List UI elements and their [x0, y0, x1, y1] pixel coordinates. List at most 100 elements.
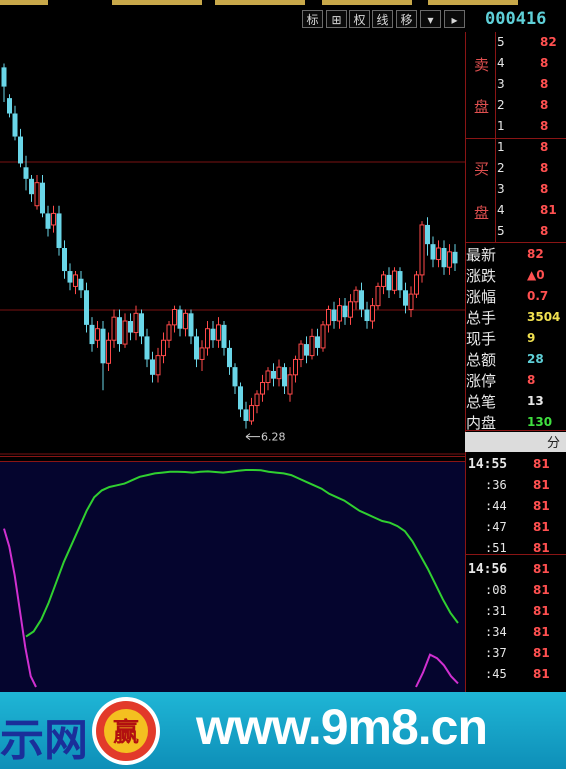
candle-body — [100, 328, 106, 364]
sell-price: 82 — [540, 35, 557, 49]
stat-value: 3504 — [527, 310, 561, 324]
candle-body — [430, 244, 436, 260]
line-button[interactable]: 线 — [372, 10, 393, 28]
stat-label: 涨跌 — [466, 267, 497, 285]
tick-time: 14:56 — [468, 562, 508, 577]
tick-price: 81 — [533, 562, 550, 576]
stat-label: 最新 — [466, 246, 497, 264]
indicator-line-magenta — [3, 528, 37, 688]
candle-body — [364, 309, 370, 322]
buy-level: 2 — [497, 161, 505, 175]
stat-label: 总手 — [466, 309, 497, 327]
indicator-chart[interactable] — [0, 462, 465, 692]
candle-body — [221, 324, 227, 348]
stats-divider — [465, 430, 566, 431]
tick-price: 81 — [533, 667, 550, 681]
watermark-logo-char: 赢 — [113, 717, 139, 748]
buy-level: 3 — [497, 182, 505, 196]
candle-body — [337, 305, 342, 322]
candle-body — [249, 405, 254, 422]
candle-body — [150, 359, 155, 375]
stat-value: 28 — [527, 352, 544, 366]
sell-price: 8 — [540, 77, 549, 91]
tab-strip-segment — [0, 0, 48, 5]
move-button[interactable]: 移 — [396, 10, 417, 28]
candle-body — [89, 324, 95, 345]
candle-body — [293, 358, 298, 376]
candlestick-svg: 6.28 — [0, 63, 465, 455]
candle-body — [183, 312, 188, 330]
sell-level: 2 — [497, 98, 505, 112]
sell-side-label: 卖 — [473, 56, 489, 74]
candle-body — [117, 317, 122, 345]
sell-level: 5 — [497, 35, 505, 49]
stat-value: 13 — [527, 394, 544, 408]
candle-body — [304, 344, 309, 356]
candle-body — [34, 182, 40, 207]
candle-body — [56, 213, 62, 248]
play-button[interactable]: ▸ — [444, 10, 465, 28]
candle-body — [40, 182, 45, 214]
candle-body — [62, 248, 67, 272]
tick-price: 81 — [533, 457, 550, 471]
buy-level: 5 — [497, 224, 505, 238]
stock-code: 000416 — [485, 9, 547, 29]
candle-body — [348, 301, 353, 318]
candle-body — [276, 366, 282, 380]
candle-body — [254, 393, 260, 407]
watermark-logo: 赢 — [92, 697, 160, 765]
rights-button[interactable]: 权 — [349, 10, 370, 28]
candle-body — [106, 339, 111, 364]
candle-body — [78, 278, 84, 291]
candle-body — [73, 274, 78, 287]
candle-body — [45, 213, 51, 229]
candle-body — [359, 290, 364, 310]
ticks-divider — [465, 554, 566, 555]
candle-body — [1, 67, 7, 87]
tick-price: 81 — [533, 625, 550, 639]
sell-level: 4 — [497, 56, 505, 70]
candle-body — [381, 274, 386, 287]
candle-body — [397, 271, 403, 291]
candle-body — [155, 355, 161, 376]
dropdown-button[interactable]: ▾ — [420, 10, 441, 28]
buy-price: 8 — [540, 224, 549, 238]
candle-body — [243, 409, 249, 421]
candle-body — [29, 178, 34, 195]
tick-price: 81 — [533, 604, 550, 618]
stat-label: 涨停 — [466, 372, 497, 390]
tab-strip-segment — [322, 0, 412, 5]
candle-body — [194, 336, 199, 360]
candle-body — [265, 370, 271, 384]
sell-price: 8 — [540, 119, 549, 133]
mark-button[interactable]: 标 — [302, 10, 323, 28]
candle-body — [425, 224, 430, 245]
tick-price: 81 — [533, 520, 550, 534]
buy-price: 8 — [540, 140, 549, 154]
candle-body — [408, 293, 414, 310]
buy-level: 4 — [497, 203, 505, 217]
stat-value: 9 — [527, 331, 536, 345]
grid-button[interactable]: ⊞ — [326, 10, 347, 28]
tick-time: :36 — [485, 478, 507, 492]
indicator-line-magenta — [415, 653, 459, 688]
ticks-tab[interactable]: 分 — [465, 432, 566, 452]
buy-side-label: 盘 — [473, 204, 489, 222]
candle-body — [122, 320, 128, 345]
candle-body — [205, 328, 210, 349]
candle-body — [342, 305, 348, 318]
candle-body — [216, 324, 221, 341]
tick-price: 81 — [533, 541, 550, 555]
tick-price: 81 — [533, 478, 550, 492]
buy-price: 8 — [540, 182, 549, 196]
candle-body — [227, 347, 232, 368]
candle-body — [67, 271, 73, 283]
candle-body — [95, 328, 100, 341]
candlestick-chart[interactable]: 6.28 — [0, 32, 465, 456]
candle-body — [392, 270, 397, 291]
tick-time: :37 — [485, 646, 507, 660]
sell-side-label: 盘 — [473, 98, 489, 116]
candle-body — [177, 309, 183, 329]
tick-time: :31 — [485, 604, 507, 618]
stat-label: 现手 — [466, 330, 497, 348]
